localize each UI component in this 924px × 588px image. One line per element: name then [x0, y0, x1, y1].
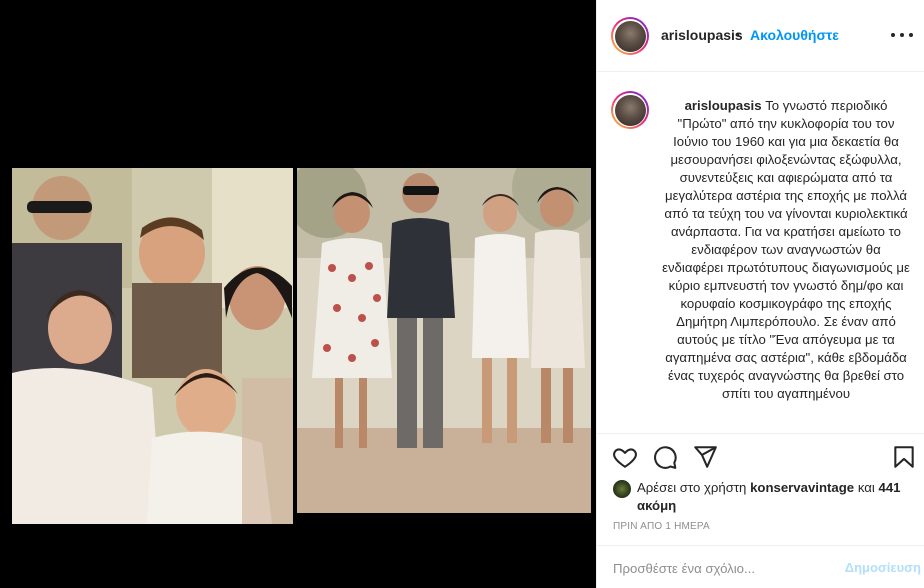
comment-box: Δημοσίευση — [597, 545, 924, 588]
header-username[interactable]: arisloupasis — [661, 27, 743, 43]
post-media[interactable] — [0, 0, 596, 588]
avatar-image — [614, 94, 646, 126]
post-comment-button[interactable]: Δημοσίευση — [837, 560, 921, 575]
comment-input[interactable] — [613, 558, 833, 578]
post-sidebar: arisloupasis • Ακολουθήστε arisloupasis … — [596, 0, 924, 588]
more-options-icon[interactable] — [891, 27, 913, 43]
share-icon[interactable] — [692, 444, 718, 470]
comment-icon[interactable] — [652, 444, 678, 470]
caption-avatar[interactable] — [611, 91, 649, 129]
post-header: arisloupasis • Ακολουθήστε — [597, 0, 924, 72]
post-caption: arisloupasis Το γνωστό περιοδικό "Πρώτο"… — [661, 97, 911, 403]
caption-text: Το γνωστό περιοδικό "Πρώτο" από την κυκλ… — [662, 98, 910, 401]
comments-area[interactable]: arisloupasis Το γνωστό περιοδικό "Πρώτο"… — [597, 73, 924, 434]
bookmark-icon[interactable] — [891, 444, 917, 470]
vintage-family-photo — [12, 168, 293, 524]
likes-middle: και — [854, 480, 879, 495]
avatar-image — [614, 20, 646, 52]
likes-prefix: Αρέσει στο χρήστη — [637, 480, 751, 495]
action-bar — [597, 434, 924, 474]
heart-icon[interactable] — [612, 444, 638, 470]
avatar[interactable] — [611, 17, 649, 55]
liker-username[interactable]: konservavintage — [750, 480, 854, 495]
family-photo-illustration — [12, 168, 293, 524]
caption-username[interactable]: arisloupasis — [685, 98, 762, 113]
garden-photo-illustration — [297, 168, 591, 513]
likes-text: Αρέσει στο χρήστη konservavintage και 44… — [637, 479, 913, 515]
vintage-garden-group-photo — [297, 168, 591, 513]
liker-avatar[interactable] — [613, 480, 631, 498]
post-timestamp[interactable]: ΠΡΙΝ ΑΠΟ 1 ΗΜΕΡΑ — [613, 521, 710, 532]
follow-button[interactable]: Ακολουθήστε — [750, 27, 839, 43]
header-separator: • — [735, 26, 740, 42]
